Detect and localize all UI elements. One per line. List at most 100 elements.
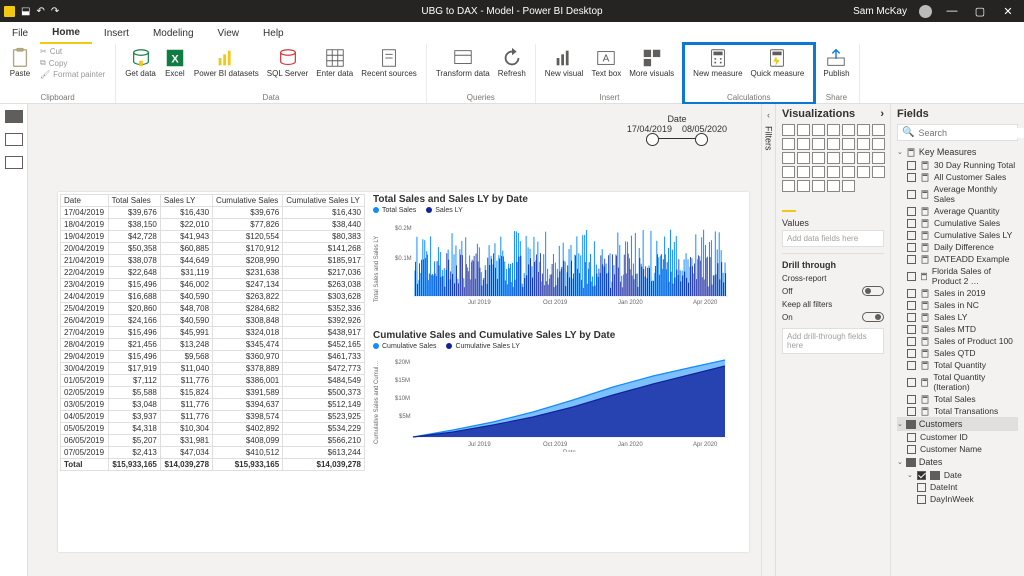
cut-button[interactable]: ✂Cut — [36, 46, 109, 57]
vis-type-icon[interactable] — [842, 166, 855, 178]
vis-type-icon[interactable] — [827, 124, 840, 136]
vis-type-icon[interactable] — [827, 152, 840, 164]
vis-type-icon[interactable] — [827, 180, 840, 192]
table-header[interactable]: Cumulative Sales LY — [283, 195, 365, 207]
field-item[interactable]: Total Sales — [897, 393, 1018, 405]
fields-tab-icon[interactable] — [782, 198, 796, 212]
field-item[interactable]: Cumulative Sales — [897, 217, 1018, 229]
field-item[interactable]: Customer Name — [897, 443, 1018, 455]
paste-button[interactable]: Paste — [6, 46, 34, 93]
vis-type-icon[interactable] — [857, 124, 870, 136]
fields-search[interactable]: 🔍 — [897, 124, 1018, 141]
format-tab-icon[interactable] — [802, 198, 816, 212]
fields-group-key-measures[interactable]: ⌄Key Measures — [897, 145, 1018, 159]
table-row[interactable]: 18/04/2019$38,150$22,010$77,826$38,440 — [61, 219, 365, 231]
filters-pane-collapsed[interactable]: ‹ Filters — [761, 104, 775, 576]
field-item[interactable]: Sales in 2019 — [897, 287, 1018, 299]
more-visuals-button[interactable]: More visuals — [626, 46, 677, 93]
quick-save-icon[interactable]: ⬓ — [21, 6, 30, 17]
table-row[interactable]: 07/05/2019$2,413$47,034$410,512$613,244 — [61, 447, 365, 459]
field-item[interactable]: Sales QTD — [897, 347, 1018, 359]
table-row[interactable]: 02/05/2019$5,588$15,824$391,589$500,373 — [61, 387, 365, 399]
vis-type-icon[interactable] — [857, 138, 870, 150]
slicer-slider[interactable] — [648, 138, 706, 139]
transform-data-button[interactable]: Transform data — [433, 46, 493, 93]
keep-filters-toggle[interactable] — [862, 312, 884, 322]
fields-group-dates[interactable]: ⌄Dates — [897, 455, 1018, 469]
maximize-button[interactable]: ▢ — [972, 5, 988, 18]
report-canvas[interactable]: Date 17/04/2019 08/05/2020 DateTotal Sal… — [28, 104, 761, 576]
model-view-icon[interactable] — [5, 156, 23, 169]
field-item[interactable]: Daily Difference — [897, 241, 1018, 253]
table-row[interactable]: 24/04/2019$16,688$40,590$263,822$303,628 — [61, 291, 365, 303]
report-view-icon[interactable] — [5, 110, 23, 123]
vis-type-icon[interactable] — [812, 180, 825, 192]
table-row[interactable]: 04/05/2019$3,937$11,776$398,574$523,925 — [61, 411, 365, 423]
redo-icon[interactable]: ↷ — [51, 6, 59, 17]
vis-type-icon[interactable] — [872, 138, 885, 150]
vis-type-icon[interactable] — [782, 166, 795, 178]
field-item[interactable]: Cumulative Sales LY — [897, 229, 1018, 241]
get-data-button[interactable]: Get data — [122, 46, 159, 93]
excel-button[interactable]: XExcel — [161, 46, 189, 93]
field-item[interactable]: DATEADD Example — [897, 253, 1018, 265]
vis-type-icon[interactable] — [857, 152, 870, 164]
vis-type-icon[interactable] — [797, 138, 810, 150]
vis-type-icon[interactable] — [782, 180, 795, 192]
vis-type-icon[interactable] — [842, 180, 855, 192]
table-row[interactable]: 25/04/2019$20,860$48,708$284,682$352,336 — [61, 303, 365, 315]
table-header[interactable]: Date — [61, 195, 109, 207]
vis-type-icon[interactable] — [842, 124, 855, 136]
table-row[interactable]: 06/05/2019$5,207$31,981$408,099$566,210 — [61, 435, 365, 447]
field-item[interactable]: All Customer Sales — [897, 171, 1018, 183]
field-item[interactable]: Sales in NC — [897, 299, 1018, 311]
field-item[interactable]: Sales LY — [897, 311, 1018, 323]
values-dropzone[interactable]: Add data fields here — [782, 230, 884, 247]
table-visual[interactable]: DateTotal SalesSales LYCumulative SalesC… — [60, 194, 365, 471]
menu-view[interactable]: View — [206, 22, 252, 44]
field-item[interactable]: Total Transations — [897, 405, 1018, 417]
vis-type-icon[interactable] — [782, 138, 795, 150]
field-item[interactable]: Total Quantity — [897, 359, 1018, 371]
field-item[interactable]: Total Quantity (Iteration) — [897, 371, 1018, 393]
field-item[interactable]: Florida Sales of Product 2 … — [897, 265, 1018, 287]
undo-icon[interactable]: ↶ — [36, 6, 44, 17]
publish-button[interactable]: Publish — [820, 46, 852, 93]
vis-type-icon[interactable] — [812, 166, 825, 178]
vis-type-icon[interactable] — [872, 124, 885, 136]
quick-measure-button[interactable]: Quick measure — [748, 46, 808, 93]
field-item[interactable]: Sales MTD — [897, 323, 1018, 335]
expand-filters-icon[interactable]: ‹ — [767, 110, 770, 120]
menu-file[interactable]: File — [0, 22, 40, 44]
table-row[interactable]: 05/05/2019$4,318$10,304$402,892$534,229 — [61, 423, 365, 435]
fields-group-customers[interactable]: ⌄Customers — [897, 417, 1018, 431]
vis-type-icon[interactable] — [827, 166, 840, 178]
vis-type-icon[interactable] — [872, 166, 885, 178]
table-header[interactable]: Total Sales — [108, 195, 160, 207]
close-button[interactable]: ✕ — [1000, 5, 1016, 18]
collapse-vis-icon[interactable]: › — [880, 108, 884, 120]
minimize-button[interactable]: — — [944, 5, 960, 17]
vis-type-icon[interactable] — [827, 138, 840, 150]
enter-data-button[interactable]: Enter data — [313, 46, 356, 93]
table-row[interactable]: 22/04/2019$22,648$31,119$231,638$217,036 — [61, 267, 365, 279]
field-item[interactable]: 30 Day Running Total — [897, 159, 1018, 171]
new-visual-button[interactable]: New visual — [542, 46, 587, 93]
field-item[interactable]: ⌄Date — [897, 469, 1018, 481]
vis-type-icon[interactable] — [797, 180, 810, 192]
vis-type-icon[interactable] — [842, 152, 855, 164]
table-row[interactable]: 30/04/2019$17,919$11,040$378,889$472,773 — [61, 363, 365, 375]
menu-home[interactable]: Home — [40, 22, 92, 44]
table-row[interactable]: 26/04/2019$24,166$40,590$308,848$392,926 — [61, 315, 365, 327]
vis-type-icon[interactable] — [872, 152, 885, 164]
format-painter-button[interactable]: 🖌Format painter — [36, 69, 109, 80]
sql-server-button[interactable]: SQL Server — [264, 46, 312, 93]
vis-type-icon[interactable] — [782, 152, 795, 164]
field-item[interactable]: Customer ID — [897, 431, 1018, 443]
table-row[interactable]: 17/04/2019$39,676$16,430$39,676$16,430 — [61, 207, 365, 219]
vis-type-icon[interactable] — [782, 124, 795, 136]
vis-type-icon[interactable] — [797, 152, 810, 164]
user-name[interactable]: Sam McKay — [853, 6, 907, 17]
refresh-button[interactable]: Refresh — [495, 46, 529, 93]
table-row[interactable]: 23/04/2019$15,496$46,002$247,134$263,038 — [61, 279, 365, 291]
